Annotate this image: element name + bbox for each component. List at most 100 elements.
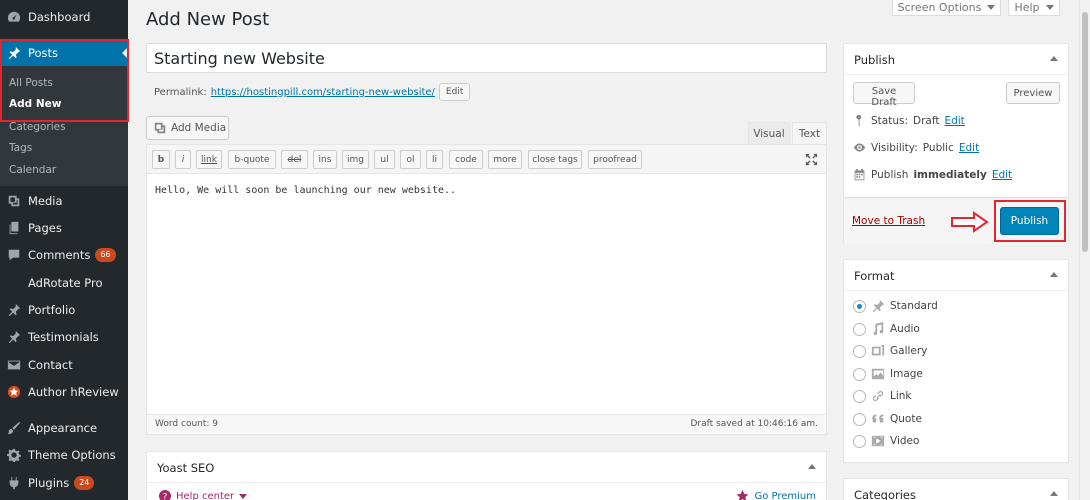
page-scrollbar[interactable] (1079, 0, 1090, 500)
video-icon (871, 435, 885, 447)
submenu-calendar[interactable]: Calendar (9, 164, 56, 176)
star-icon (6, 384, 22, 400)
submenu-add-new[interactable]: Add New (9, 98, 61, 110)
submenu-tags[interactable]: Tags (9, 142, 32, 154)
schedule-edit-link[interactable]: Edit (992, 169, 1012, 181)
sidebar-item-label: Contact (28, 357, 73, 372)
yoast-help-center[interactable]: ? Help center (159, 490, 248, 500)
qt-blockquote-button[interactable]: b-quote (228, 150, 276, 169)
submenu-categories[interactable]: Categories (9, 121, 66, 133)
eye-icon (853, 143, 866, 152)
image-icon (871, 368, 885, 380)
mail-icon (6, 357, 22, 373)
qt-italic-button[interactable]: i (175, 150, 191, 169)
qt-ul-button[interactable]: ul (374, 150, 395, 169)
qt-del-button[interactable]: del (281, 150, 308, 169)
schedule-value: immediately (913, 168, 987, 181)
format-option-image[interactable]: Image (853, 366, 923, 382)
chevron-down-icon (987, 5, 996, 10)
collapse-toggle-icon[interactable] (1050, 56, 1058, 61)
format-option-audio[interactable]: Audio (853, 321, 920, 337)
radio-link[interactable] (853, 389, 866, 403)
add-media-button[interactable]: Add Media (146, 116, 229, 140)
qt-more-button[interactable]: more (488, 150, 522, 169)
qt-code-button[interactable]: code (449, 150, 483, 169)
comments-count-badge: 66 (95, 247, 116, 262)
collapse-toggle-icon[interactable] (1050, 272, 1058, 277)
permalink-edit-button[interactable]: Edit (438, 83, 471, 101)
add-media-label: Add Media (171, 122, 227, 134)
sidebar-item-pages[interactable]: Pages (0, 214, 128, 241)
qt-link-button[interactable]: link (196, 150, 222, 169)
format-option-quote[interactable]: Quote (853, 411, 922, 427)
radio-audio[interactable] (853, 322, 866, 336)
qt-li-button[interactable]: li (426, 150, 443, 169)
help-button[interactable]: Help (1008, 0, 1060, 16)
preview-button[interactable]: Preview (1006, 82, 1060, 104)
radio-image[interactable] (853, 367, 866, 381)
fullscreen-icon[interactable] (805, 153, 818, 166)
radio-gallery[interactable] (853, 344, 866, 358)
quicktags-toolbar: b i link b-quote del ins img ul ol li co… (147, 145, 826, 174)
sidebar-item-comments[interactable]: Comments 66 (0, 241, 128, 268)
yoast-go-premium[interactable]: Go Premium (736, 490, 816, 500)
screen-options-button[interactable]: Screen Options (892, 0, 1001, 16)
permalink-label: Permalink: (154, 86, 207, 98)
permalink-row: Permalink: https://hostingpill.com/start… (154, 83, 471, 101)
format-option-standard[interactable]: Standard (853, 298, 938, 314)
qt-ins-button[interactable]: ins (313, 150, 337, 169)
plugins-update-badge: 24 (74, 475, 95, 490)
move-to-trash-link[interactable]: Move to Trash (852, 215, 925, 227)
permalink-url[interactable]: https://hostingpill.com/starting-new-web… (211, 87, 435, 98)
yoast-seo-box: Yoast SEO ? Help center Go Premium (146, 451, 827, 500)
tab-visual[interactable]: Visual (748, 122, 790, 144)
post-title-input[interactable] (146, 43, 827, 73)
submenu-all-posts[interactable]: All Posts (9, 77, 53, 89)
scrollbar-thumb[interactable] (1082, 12, 1088, 252)
word-count: Word count: 9 (155, 419, 219, 429)
radio-quote[interactable] (853, 412, 866, 426)
crown-star-icon (736, 490, 749, 500)
qt-bold-button[interactable]: b (152, 150, 170, 169)
format-option-gallery[interactable]: Gallery (853, 343, 927, 359)
comment-icon (6, 247, 22, 263)
sidebar-item-dashboard[interactable]: Dashboard (0, 3, 128, 30)
sidebar-item-posts[interactable]: Posts (0, 39, 128, 66)
qt-close-tags-button[interactable]: close tags (528, 150, 582, 169)
sidebar-item-author-hreview[interactable]: Author hReview (0, 378, 128, 405)
media-icon (6, 193, 22, 209)
qt-proofread-button[interactable]: proofread (588, 150, 642, 169)
sidebar-item-portfolio[interactable]: Portfolio (0, 296, 128, 323)
gallery-icon (871, 344, 885, 356)
link-icon (872, 390, 884, 402)
sidebar-item-adrotate[interactable]: AdRotate Pro (0, 269, 128, 296)
sidebar-item-appearance[interactable]: Appearance (0, 414, 128, 441)
sidebar-item-label: Plugins (28, 475, 70, 490)
chevron-down-icon (239, 493, 248, 499)
status-label: Status: (871, 114, 908, 127)
tab-text[interactable]: Text (792, 122, 827, 144)
radio-video[interactable] (853, 434, 866, 448)
visibility-edit-link[interactable]: Edit (959, 142, 979, 154)
collapse-toggle-icon[interactable] (808, 464, 816, 469)
sidebar-item-label: AdRotate Pro (28, 275, 103, 290)
editor-content-area[interactable]: Hello, We will soon be launching our new… (155, 185, 456, 196)
sidebar-item-media[interactable]: Media (0, 187, 128, 214)
status-edit-link[interactable]: Edit (944, 115, 964, 127)
publish-button[interactable]: Publish (1000, 207, 1059, 235)
active-menu-arrow (122, 47, 128, 59)
collapse-toggle-icon[interactable] (1050, 491, 1058, 496)
sidebar-item-contact[interactable]: Contact (0, 351, 128, 378)
qt-img-button[interactable]: img (342, 150, 369, 169)
sidebar-item-theme-options[interactable]: Theme Options (0, 441, 128, 468)
format-option-link[interactable]: Link (853, 388, 912, 404)
format-option-video[interactable]: Video (853, 433, 919, 449)
format-option-label: Audio (890, 323, 920, 335)
sidebar-item-testimonials[interactable]: Testimonials (0, 323, 128, 350)
save-draft-button[interactable]: Save Draft (853, 82, 915, 108)
sidebar-item-plugins[interactable]: Plugins 24 (0, 469, 128, 496)
posts-submenu: All Posts Add New Categories Tags Calend… (0, 66, 128, 186)
audio-icon (873, 322, 884, 336)
qt-ol-button[interactable]: ol (400, 150, 421, 169)
radio-standard[interactable] (853, 299, 866, 313)
